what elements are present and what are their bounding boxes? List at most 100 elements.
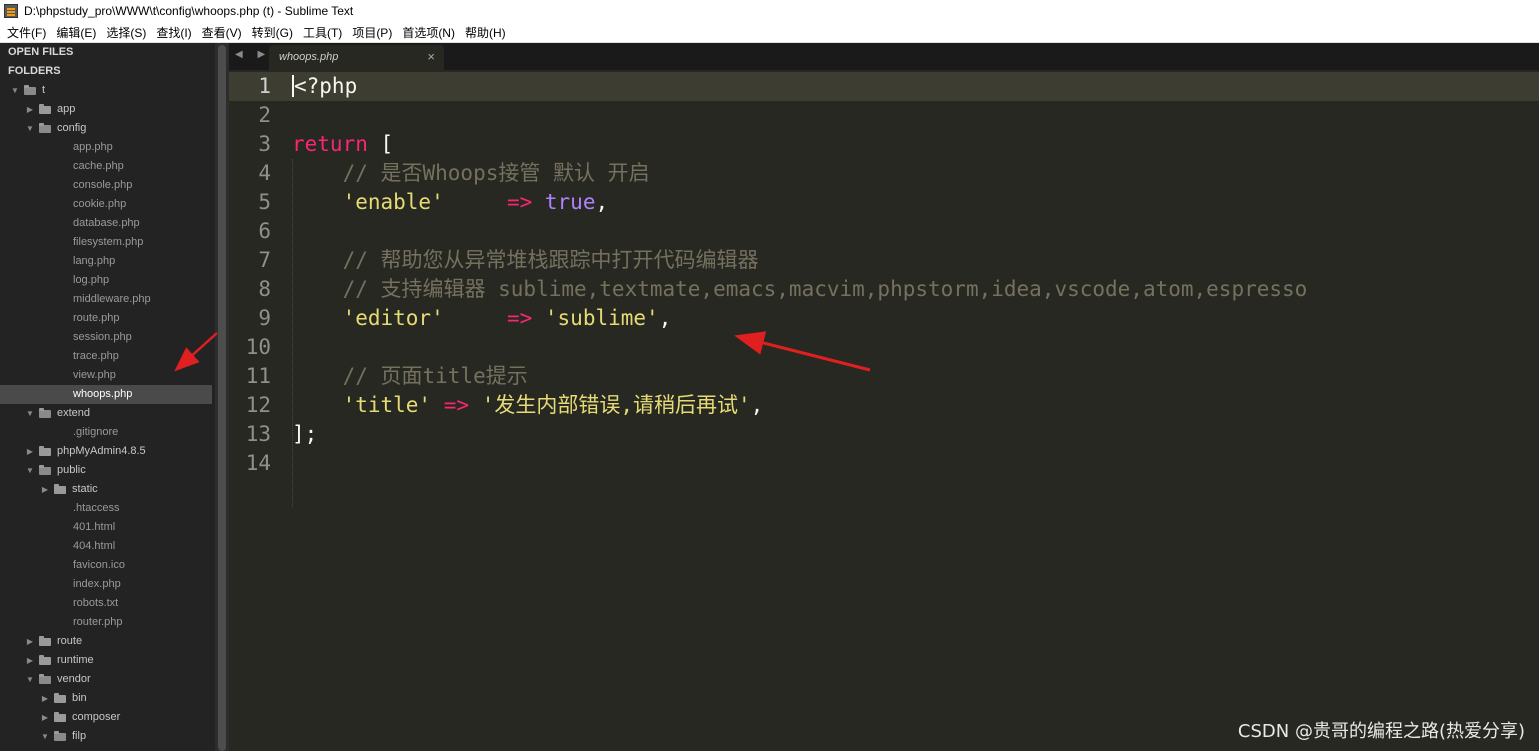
chevron-right-icon[interactable]: ▶ (40, 689, 50, 708)
folder-icon (39, 408, 51, 418)
tab-nav-arrows-icon[interactable]: ◀ ▶ (235, 49, 271, 60)
line-number: 13 (245, 422, 271, 446)
menu-file[interactable]: 文件(F) (2, 24, 51, 41)
file-item[interactable]: log.php (0, 271, 215, 290)
code-area[interactable]: <?php return [ // 是否Whoops接管 默认 开启 'enabl… (292, 72, 1307, 478)
folder-item[interactable]: ▼ filp (0, 727, 215, 746)
chevron-right-icon[interactable]: ▶ (40, 708, 50, 727)
folder-item[interactable]: ▼ t (0, 81, 215, 100)
folders-header[interactable]: FOLDERS (0, 62, 215, 81)
tree-item-label: index.php (73, 578, 121, 590)
folder-icon (54, 712, 66, 722)
file-item[interactable]: .htaccess (0, 499, 215, 518)
code-line[interactable] (292, 333, 1307, 362)
sidebar-scrollbar[interactable] (215, 43, 229, 751)
code-token: return (292, 132, 368, 156)
chevron-right-icon[interactable]: ▶ (25, 651, 35, 670)
folder-item[interactable]: ▶ route (0, 632, 215, 651)
chevron-down-icon[interactable]: ▼ (40, 727, 50, 746)
sidebar-scroll-thumb[interactable] (218, 45, 226, 751)
chevron-down-icon[interactable]: ▼ (25, 670, 35, 689)
code-line[interactable]: // 支持编辑器 sublime,textmate,emacs,macvim,p… (292, 275, 1308, 304)
tree-item-label: database.php (73, 217, 140, 229)
file-item[interactable]: trace.php (0, 347, 215, 366)
chevron-right-icon[interactable]: ▶ (25, 442, 35, 461)
file-item[interactable]: cache.php (0, 157, 215, 176)
code-line[interactable]: 'enable' => true, (292, 188, 1307, 217)
tab-whoops-php[interactable]: whoops.php × (269, 45, 444, 70)
tree-item-label: favicon.ico (73, 559, 125, 571)
file-item[interactable]: middleware.php (0, 290, 215, 309)
menu-help[interactable]: 帮助(H) (460, 24, 511, 41)
code-line[interactable]: 'title' => '发生内部错误,请稍后再试', (292, 391, 1307, 420)
folder-item[interactable]: ▶ runtime (0, 651, 215, 670)
folder-icon (39, 104, 51, 114)
file-item[interactable]: filesystem.php (0, 233, 215, 252)
menu-view[interactable]: 查看(V) (197, 24, 247, 41)
tree-item-label: .gitignore (73, 426, 119, 438)
chevron-down-icon[interactable]: ▼ (10, 81, 20, 100)
line-number: 6 (258, 219, 271, 243)
open-files-header[interactable]: OPEN FILES (0, 43, 215, 62)
chevron-right-icon[interactable]: ▶ (40, 480, 50, 499)
file-item[interactable]: lang.php (0, 252, 215, 271)
folder-item[interactable]: ▼ public (0, 461, 215, 480)
folder-item[interactable]: ▶ app (0, 100, 215, 119)
folder-item[interactable]: ▶ phpMyAdmin4.8.5 (0, 442, 215, 461)
file-item[interactable]: whoops.php (0, 385, 212, 404)
folder-item[interactable]: ▶ static (0, 480, 215, 499)
file-item[interactable]: app.php (0, 138, 215, 157)
code-line[interactable]: // 页面title提示 (292, 362, 1307, 391)
tree-item-label: trace.php (73, 350, 119, 362)
file-item[interactable]: 401.html (0, 518, 215, 537)
code-line[interactable]: return [ (292, 130, 1307, 159)
menu-tools[interactable]: 工具(T) (298, 24, 347, 41)
menu-edit[interactable]: 编辑(E) (51, 24, 101, 41)
file-item[interactable]: database.php (0, 214, 215, 233)
file-item[interactable]: router.php (0, 613, 215, 632)
file-item[interactable]: 404.html (0, 537, 215, 556)
code-line[interactable]: 'editor' => 'sublime', (292, 304, 1307, 333)
menu-find[interactable]: 查找(I) (151, 24, 196, 41)
tab-close-icon[interactable]: × (427, 49, 435, 64)
code-line[interactable]: ]; (292, 420, 1307, 449)
file-item[interactable]: route.php (0, 309, 215, 328)
tree-item-label: cache.php (73, 160, 124, 172)
code-line[interactable] (292, 449, 1307, 478)
code-line[interactable] (292, 101, 1307, 130)
menu-goto[interactable]: 转到(G) (247, 24, 298, 41)
chevron-down-icon[interactable]: ▼ (25, 461, 35, 480)
folder-item[interactable]: ▼ vendor (0, 670, 215, 689)
folder-item[interactable]: ▶ bin (0, 689, 215, 708)
file-item[interactable]: .gitignore (0, 423, 215, 442)
code-line[interactable]: // 帮助您从异常堆栈跟踪中打开代码编辑器 (292, 246, 1307, 275)
code-editor[interactable]: 1 2 3 4 5 6 7 8 9 10 11 12 13 14 <?php return [ // 是否W… (229, 70, 1539, 751)
code-line[interactable]: <?php (292, 72, 1307, 101)
chevron-right-icon[interactable]: ▶ (25, 632, 35, 651)
chevron-down-icon[interactable]: ▼ (25, 404, 35, 423)
file-item[interactable]: favicon.ico (0, 556, 215, 575)
code-line[interactable]: // 是否Whoops接管 默认 开启 (292, 159, 1307, 188)
menu-preferences[interactable]: 首选项(N) (397, 24, 460, 41)
file-item[interactable]: console.php (0, 176, 215, 195)
menu-selection[interactable]: 选择(S) (101, 24, 151, 41)
chevron-down-icon[interactable]: ▼ (25, 119, 35, 138)
code-line[interactable] (292, 217, 1307, 246)
folder-item[interactable]: ▼ extend (0, 404, 215, 423)
code-token: , (595, 190, 609, 214)
tab-label: whoops.php (279, 51, 339, 63)
tree-item-label: console.php (73, 179, 133, 191)
folder-icon (39, 446, 51, 456)
chevron-right-icon[interactable]: ▶ (25, 100, 35, 119)
file-item[interactable]: index.php (0, 575, 215, 594)
file-item[interactable]: session.php (0, 328, 215, 347)
folder-item[interactable]: ▼ config (0, 119, 215, 138)
file-item[interactable]: cookie.php (0, 195, 215, 214)
file-item[interactable]: view.php (0, 366, 215, 385)
code-token: ]; (292, 422, 318, 446)
file-item[interactable]: robots.txt (0, 594, 215, 613)
watermark: CSDN @贵哥的编程之路(热爱分享) (1237, 721, 1525, 742)
menu-project[interactable]: 项目(P) (347, 24, 397, 41)
folder-item[interactable]: ▶ composer (0, 708, 215, 727)
